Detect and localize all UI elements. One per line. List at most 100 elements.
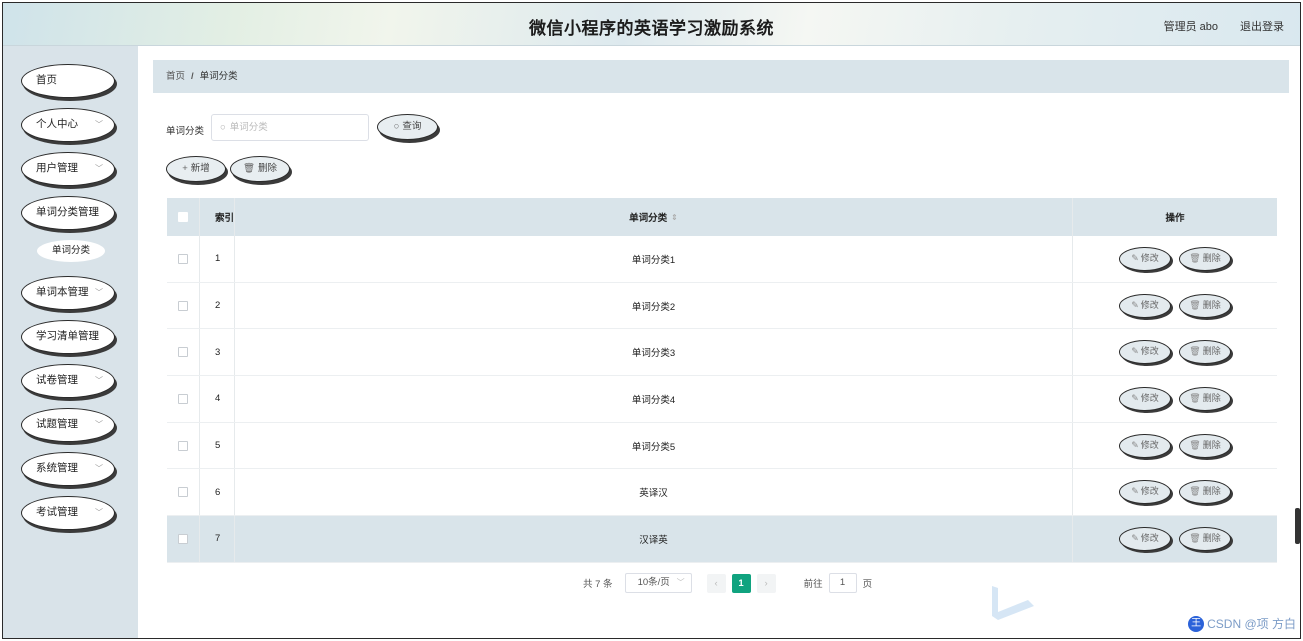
watermark-text: CSDN @项 方白 [1207, 617, 1296, 631]
next-page-button[interactable]: › [756, 573, 776, 593]
row-operations: ✎ 修改 🗑 删除 [1073, 469, 1277, 515]
row-operations: ✎ 修改 🗑 删除 [1073, 283, 1277, 329]
breadcrumb-home[interactable]: 首页 [166, 71, 185, 82]
batch-delete-button[interactable]: 🗑 删除 [230, 156, 290, 182]
table-row[interactable]: 7 汉译英 ✎ 修改 🗑 删除 [167, 516, 1277, 563]
header-index: 索引 [200, 198, 235, 236]
header-category[interactable]: 单词分类 ⇕ [235, 198, 1073, 236]
table-row[interactable]: 3 单词分类3 ✎ 修改 🗑 删除 [167, 329, 1277, 377]
search-icon: ○ [393, 121, 400, 132]
trash-icon: 🗑 [1189, 532, 1201, 543]
row-checkbox[interactable] [178, 253, 188, 264]
row-operations: ✎ 修改 🗑 删除 [1073, 423, 1277, 469]
sidebar-item-label: 考试管理 [36, 506, 78, 518]
delete-button[interactable]: 🗑 删除 [1179, 433, 1231, 458]
query-button-label: 查询 [402, 121, 422, 132]
query-button[interactable]: ○ 查询 [377, 114, 438, 140]
word-category-table: 索引 单词分类 ⇕ 操作 1 单词分类1 ✎ 修改 🗑 删除 2 单词分类2 ✎ 修改 🗑 删除 3 单词分… [167, 198, 1277, 563]
trash-icon: 🗑 [1189, 486, 1201, 497]
page-1-button[interactable]: 1 [731, 573, 751, 593]
row-category: 单词分类1 [235, 236, 1073, 282]
chevron-down-icon: ﹀ [95, 464, 103, 473]
delete-button-label: 删除 [1202, 486, 1221, 497]
goto-label: 前往 [803, 579, 823, 590]
row-index: 1 [200, 236, 235, 282]
sidebar-item-user-management[interactable]: 用户管理 ﹀ [21, 152, 115, 186]
delete-button[interactable]: 🗑 删除 [1179, 386, 1231, 411]
row-index: 3 [200, 329, 235, 376]
edit-button[interactable]: ✎ 修改 [1119, 433, 1171, 458]
goto-page-input[interactable]: 1 [828, 573, 857, 593]
sidebar-item-label: 试卷管理 [36, 374, 78, 386]
table-row[interactable]: 1 单词分类1 ✎ 修改 🗑 删除 [167, 236, 1277, 283]
delete-button-label: 删除 [1202, 532, 1221, 543]
sort-icon[interactable]: ⇕ [671, 213, 678, 222]
trash-icon: 🗑 [1189, 439, 1201, 450]
row-category: 单词分类2 [235, 282, 1073, 329]
table-body: 1 单词分类1 ✎ 修改 🗑 删除 2 单词分类2 ✎ 修改 🗑 删除 3 单词分类3 ✎ 修改 🗑 删除 4 单词分… [167, 236, 1277, 563]
sidebar-item-label: 用户管理 [36, 162, 78, 174]
chevron-down-icon: ﹀ [95, 376, 103, 385]
delete-button[interactable]: 🗑 删除 [1179, 526, 1231, 551]
sidebar-item-paper-management[interactable]: 试卷管理 ﹀ [21, 364, 115, 398]
sidebar-item-word-category-management[interactable]: 单词分类管理 [21, 196, 115, 230]
add-button[interactable]: + 新增 [166, 156, 226, 182]
delete-button[interactable]: 🗑 删除 [1179, 340, 1231, 365]
trash-icon: 🗑 [242, 163, 256, 174]
page-size-select[interactable]: 10条/页 ﹀ [624, 573, 692, 593]
trash-icon: 🗑 [1189, 346, 1201, 357]
edit-button-label: 修改 [1140, 346, 1159, 357]
table-header: 索引 单词分类 ⇕ 操作 [167, 198, 1277, 236]
row-checkbox[interactable] [178, 347, 188, 358]
sidebar-item-question-management[interactable]: 试题管理 ﹀ [21, 408, 115, 442]
sidebar-item-home[interactable]: 首页 [21, 64, 115, 98]
edit-button[interactable]: ✎ 修改 [1119, 340, 1171, 365]
sidebar-item-label: 试题管理 [36, 418, 78, 430]
row-checkbox[interactable] [178, 487, 188, 498]
table-row[interactable]: 5 单词分类5 ✎ 修改 🗑 删除 [167, 422, 1277, 470]
sidebar-item-label: 学习清单管理 [36, 330, 99, 342]
edit-button[interactable]: ✎ 修改 [1119, 246, 1171, 271]
row-checkbox[interactable] [178, 533, 188, 544]
csdn-badge-icon: 王 [1188, 615, 1205, 632]
delete-button[interactable]: 🗑 删除 [1179, 480, 1231, 505]
row-checkbox[interactable] [178, 393, 188, 404]
scrollbar-handle[interactable] [1295, 508, 1300, 544]
sidebar-subitem-word-category[interactable]: 单词分类 [37, 240, 105, 262]
app-title: 微信小程序的英语学习激励系统 [529, 19, 774, 38]
row-index: 7 [200, 516, 235, 562]
search-icon: ○ [220, 122, 226, 133]
edit-button[interactable]: ✎ 修改 [1119, 386, 1171, 411]
table-row[interactable]: 6 英译汉 ✎ 修改 🗑 删除 [167, 469, 1277, 517]
chevron-down-icon: ﹀ [95, 508, 103, 517]
edit-icon: ✎ [1131, 299, 1139, 310]
table-row[interactable]: 2 单词分类2 ✎ 修改 🗑 删除 [167, 282, 1277, 330]
row-index: 6 [200, 469, 235, 516]
edit-button[interactable]: ✎ 修改 [1119, 293, 1171, 318]
edit-icon: ✎ [1131, 346, 1139, 357]
sidebar-item-personal-center[interactable]: 个人中心 ﹀ [21, 108, 115, 142]
sidebar-item-system-management[interactable]: 系统管理 ﹀ [21, 452, 115, 486]
table-row[interactable]: 4 单词分类4 ✎ 修改 🗑 删除 [167, 376, 1277, 423]
row-checkbox[interactable] [178, 300, 188, 311]
logout-link[interactable]: 退出登录 [1240, 18, 1284, 34]
main-content: 首页 / 单词分类 单词分类 ○ 单词分类 ○ 查询 + 新增 🗑 删除 索引 单词分类 ⇕ … [138, 46, 1300, 638]
edit-icon: ✎ [1131, 252, 1139, 263]
sidebar-item-exam-management[interactable]: 考试管理 ﹀ [21, 496, 115, 530]
delete-button[interactable]: 🗑 删除 [1179, 293, 1231, 318]
row-checkbox[interactable] [178, 440, 188, 451]
add-button-label: 新增 [190, 163, 210, 174]
edit-button-label: 修改 [1140, 532, 1159, 543]
header-category-label: 单词分类 [629, 213, 668, 224]
search-input[interactable]: ○ 单词分类 [211, 114, 369, 141]
sidebar-item-wordbook-management[interactable]: 单词本管理 ﹀ [21, 276, 115, 310]
select-all-checkbox[interactable] [178, 212, 188, 222]
row-category: 单词分类4 [235, 376, 1073, 422]
breadcrumb-separator: / [191, 71, 194, 82]
sidebar-item-study-list-management[interactable]: 学习清单管理 [21, 320, 115, 354]
edit-button[interactable]: ✎ 修改 [1119, 480, 1171, 505]
row-check-cell [167, 516, 200, 562]
edit-button[interactable]: ✎ 修改 [1119, 526, 1171, 551]
prev-page-button[interactable]: ‹ [706, 573, 726, 593]
delete-button[interactable]: 🗑 删除 [1179, 246, 1231, 271]
